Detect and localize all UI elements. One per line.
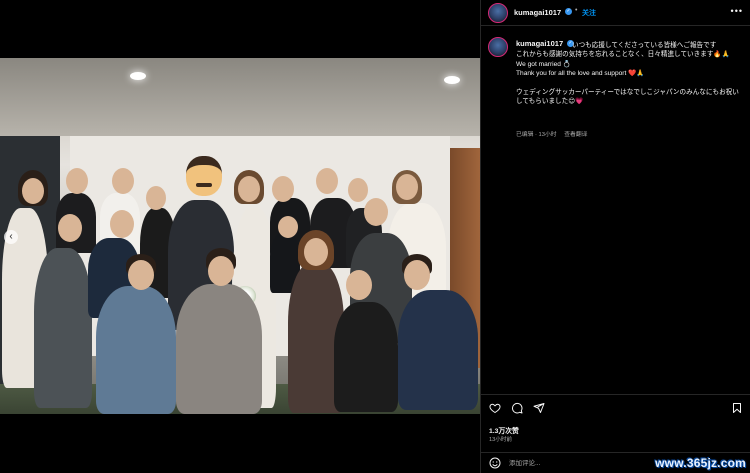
person <box>34 248 92 408</box>
person <box>96 286 176 414</box>
caption-line: We got married 💍 <box>516 60 571 68</box>
caption-gap <box>516 79 744 88</box>
caption-line: Thank you for all the love and support ❤… <box>516 70 645 78</box>
caption-line: いつも応援してくださっている皆様へご報告です <box>572 42 717 49</box>
person-head <box>110 210 134 238</box>
person-head <box>304 238 328 266</box>
person-head <box>348 178 368 202</box>
header-username[interactable]: kumagai1017 <box>514 8 561 17</box>
person <box>398 290 478 410</box>
chevron-left-icon: ‹ <box>9 231 13 242</box>
post-photo <box>0 58 480 414</box>
person-head <box>112 168 134 194</box>
ceiling-light <box>130 72 146 80</box>
header-separator: • <box>575 7 578 14</box>
previous-photo-button[interactable]: ‹ <box>4 230 18 244</box>
follow-button[interactable]: 关注 <box>582 8 596 18</box>
person-head <box>146 186 166 210</box>
person-head <box>66 168 88 194</box>
post-time: 13小时前 <box>489 437 513 443</box>
ceiling-light <box>444 76 460 84</box>
emoji-face-sticker <box>186 156 222 196</box>
photo-viewer: ‹ <box>0 0 480 473</box>
share-icon[interactable] <box>533 402 545 414</box>
caption-line: これからも感謝の気持ちを忘れることなく、日々精進していきます🔥🙏 <box>516 51 730 59</box>
comment-icon[interactable] <box>511 402 523 414</box>
person-head <box>128 260 154 290</box>
person-head <box>58 214 82 242</box>
avatar[interactable] <box>488 3 508 23</box>
person-head <box>396 174 418 200</box>
heart-icon[interactable] <box>489 402 501 414</box>
caption-meta: 已编辑 · 13小时 查看翻译 <box>516 129 593 138</box>
like-count[interactable]: 1.3万次赞 <box>489 425 519 435</box>
comment-input[interactable] <box>509 457 649 469</box>
caption-line: ウェディングサッカーパーティーではなでしこジャパンのみんなにもお祝いしてもらいま… <box>516 88 739 106</box>
person-head <box>208 256 234 286</box>
person-head <box>22 178 44 204</box>
more-options-button[interactable]: ••• <box>731 6 743 16</box>
person-head <box>404 260 430 290</box>
watermark: www.365jz.com <box>655 456 746 470</box>
caption-avatar[interactable] <box>488 37 508 57</box>
post-info-panel: kumagai1017 ✓ • 关注 ••• kumagai1017 ✓ いつも… <box>480 0 750 473</box>
post-caption: いつも応援してくださっている皆様へご報告です これからも感謝の気持ちを忘れること… <box>516 41 744 106</box>
action-bar: 1.3万次赞 13小时前 <box>481 394 750 452</box>
edited-timestamp: 已编辑 · 13小时 <box>516 132 557 138</box>
person-head <box>364 198 388 226</box>
person-head <box>316 168 338 194</box>
person <box>334 302 398 412</box>
person-head <box>238 176 260 202</box>
person <box>176 284 262 414</box>
post-header: kumagai1017 ✓ • 关注 ••• <box>481 0 750 26</box>
person-head <box>278 216 298 238</box>
person-head <box>272 176 294 202</box>
see-translation-link[interactable]: 查看翻译 <box>564 132 587 138</box>
photo-ceiling <box>0 58 480 136</box>
bookmark-icon[interactable] <box>731 402 743 414</box>
verified-icon: ✓ <box>565 8 572 15</box>
person-head <box>346 270 372 300</box>
emoji-icon[interactable] <box>489 457 501 469</box>
